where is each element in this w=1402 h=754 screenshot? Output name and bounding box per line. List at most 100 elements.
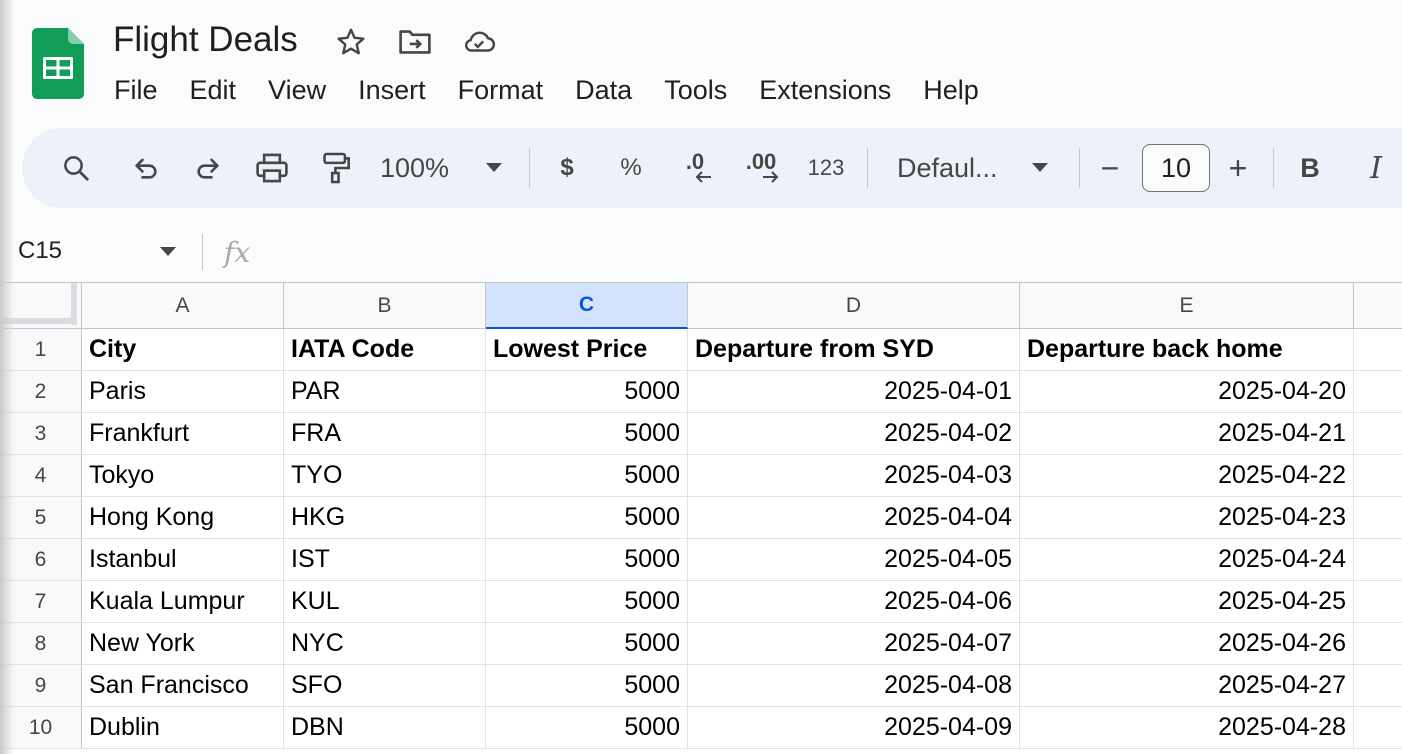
- name-box[interactable]: C15: [18, 232, 62, 270]
- column-header-e[interactable]: E: [1020, 283, 1354, 329]
- font-dropdown-arrow-icon[interactable]: [1028, 128, 1052, 208]
- table-cell[interactable]: Tokyo: [82, 455, 284, 497]
- format-percent-button[interactable]: %: [616, 128, 646, 208]
- table-cell-empty[interactable]: [1354, 665, 1402, 707]
- menu-tools[interactable]: Tools: [648, 72, 743, 108]
- table-cell[interactable]: 2025-04-27: [1020, 665, 1354, 707]
- table-cell[interactable]: 5000: [486, 539, 688, 581]
- bold-button[interactable]: B: [1296, 128, 1324, 208]
- table-cell[interactable]: Dublin: [82, 707, 284, 749]
- table-cell[interactable]: 2025-04-06: [688, 581, 1020, 623]
- header-cell[interactable]: Lowest Price: [486, 329, 688, 371]
- menu-data[interactable]: Data: [559, 72, 648, 108]
- table-cell[interactable]: 2025-04-28: [1020, 707, 1354, 749]
- table-cell[interactable]: 2025-04-21: [1020, 413, 1354, 455]
- table-cell[interactable]: 2025-04-07: [688, 623, 1020, 665]
- column-header-b[interactable]: B: [284, 283, 486, 329]
- decrease-font-size-button[interactable]: −: [1096, 128, 1124, 208]
- zoom-dropdown-arrow-icon[interactable]: [482, 128, 506, 208]
- header-cell[interactable]: IATA Code: [284, 329, 486, 371]
- table-cell[interactable]: 2025-04-25: [1020, 581, 1354, 623]
- font-family-select[interactable]: Defaul...: [897, 128, 1007, 208]
- column-header-a[interactable]: A: [82, 283, 284, 329]
- table-cell[interactable]: 5000: [486, 497, 688, 539]
- zoom-select[interactable]: 100%: [380, 128, 466, 208]
- table-cell[interactable]: 2025-04-04: [688, 497, 1020, 539]
- increase-decimal-button[interactable]: .00: [738, 128, 784, 208]
- header-cell[interactable]: Departure back home: [1020, 329, 1354, 371]
- table-cell[interactable]: 2025-04-05: [688, 539, 1020, 581]
- document-title[interactable]: Flight Deals: [113, 20, 298, 60]
- move-folder-icon[interactable]: [398, 25, 432, 59]
- table-cell[interactable]: Hong Kong: [82, 497, 284, 539]
- name-box-dropdown-icon[interactable]: [160, 244, 176, 262]
- menu-help[interactable]: Help: [907, 72, 995, 108]
- table-cell[interactable]: IST: [284, 539, 486, 581]
- star-icon[interactable]: [334, 25, 368, 59]
- table-cell[interactable]: 2025-04-09: [688, 707, 1020, 749]
- table-cell[interactable]: 2025-04-22: [1020, 455, 1354, 497]
- table-cell[interactable]: 5000: [486, 455, 688, 497]
- search-menus-icon[interactable]: [56, 128, 96, 208]
- font-size-input[interactable]: 10: [1142, 144, 1210, 192]
- table-cell[interactable]: Paris: [82, 371, 284, 413]
- table-cell[interactable]: 2025-04-08: [688, 665, 1020, 707]
- table-cell[interactable]: PAR: [284, 371, 486, 413]
- menu-format[interactable]: Format: [442, 72, 560, 108]
- header-cell[interactable]: City: [82, 329, 284, 371]
- column-header-c[interactable]: C: [486, 283, 688, 329]
- table-cell[interactable]: 5000: [486, 623, 688, 665]
- table-cell[interactable]: HKG: [284, 497, 486, 539]
- table-cell[interactable]: Frankfurt: [82, 413, 284, 455]
- table-cell[interactable]: 5000: [486, 665, 688, 707]
- table-cell-empty[interactable]: [1354, 581, 1402, 623]
- table-cell[interactable]: 5000: [486, 581, 688, 623]
- table-cell[interactable]: 2025-04-02: [688, 413, 1020, 455]
- menu-view[interactable]: View: [252, 72, 342, 108]
- table-cell-empty[interactable]: [1354, 497, 1402, 539]
- cloud-saved-icon[interactable]: [462, 25, 496, 59]
- italic-button[interactable]: I: [1362, 128, 1390, 208]
- paint-format-icon[interactable]: [316, 128, 356, 208]
- table-cell[interactable]: 2025-04-01: [688, 371, 1020, 413]
- table-cell[interactable]: SFO: [284, 665, 486, 707]
- column-header-d[interactable]: D: [688, 283, 1020, 329]
- table-cell[interactable]: FRA: [284, 413, 486, 455]
- table-cell[interactable]: Kuala Lumpur: [82, 581, 284, 623]
- table-cell[interactable]: TYO: [284, 455, 486, 497]
- table-cell-empty[interactable]: [1354, 413, 1402, 455]
- table-cell[interactable]: 5000: [486, 707, 688, 749]
- table-cell[interactable]: Istanbul: [82, 539, 284, 581]
- table-cell[interactable]: New York: [82, 623, 284, 665]
- table-cell-empty[interactable]: [1354, 371, 1402, 413]
- table-cell-empty[interactable]: [1354, 707, 1402, 749]
- table-cell[interactable]: 5000: [486, 413, 688, 455]
- undo-icon[interactable]: [126, 128, 166, 208]
- menu-extensions[interactable]: Extensions: [743, 72, 907, 108]
- header-cell[interactable]: Departure from SYD: [688, 329, 1020, 371]
- table-cell[interactable]: DBN: [284, 707, 486, 749]
- sheets-logo-icon[interactable]: [32, 28, 84, 99]
- table-cell-empty[interactable]: [1354, 329, 1402, 371]
- format-currency-button[interactable]: $: [552, 128, 582, 208]
- table-cell-empty[interactable]: [1354, 455, 1402, 497]
- redo-icon[interactable]: [188, 128, 228, 208]
- table-cell[interactable]: 2025-04-23: [1020, 497, 1354, 539]
- menu-insert[interactable]: Insert: [342, 72, 442, 108]
- table-cell[interactable]: San Francisco: [82, 665, 284, 707]
- table-cell[interactable]: NYC: [284, 623, 486, 665]
- more-formats-button[interactable]: 123: [804, 128, 848, 208]
- table-cell[interactable]: 5000: [486, 371, 688, 413]
- increase-font-size-button[interactable]: +: [1224, 128, 1252, 208]
- table-cell-empty[interactable]: [1354, 623, 1402, 665]
- column-header-f[interactable]: [1354, 283, 1402, 329]
- decrease-decimal-button[interactable]: .0: [674, 128, 716, 208]
- table-cell[interactable]: 2025-04-24: [1020, 539, 1354, 581]
- menu-edit[interactable]: Edit: [174, 72, 253, 108]
- table-cell[interactable]: KUL: [284, 581, 486, 623]
- table-cell[interactable]: 2025-04-20: [1020, 371, 1354, 413]
- table-cell[interactable]: 2025-04-26: [1020, 623, 1354, 665]
- table-cell[interactable]: 2025-04-03: [688, 455, 1020, 497]
- print-icon[interactable]: [252, 128, 292, 208]
- table-cell-empty[interactable]: [1354, 539, 1402, 581]
